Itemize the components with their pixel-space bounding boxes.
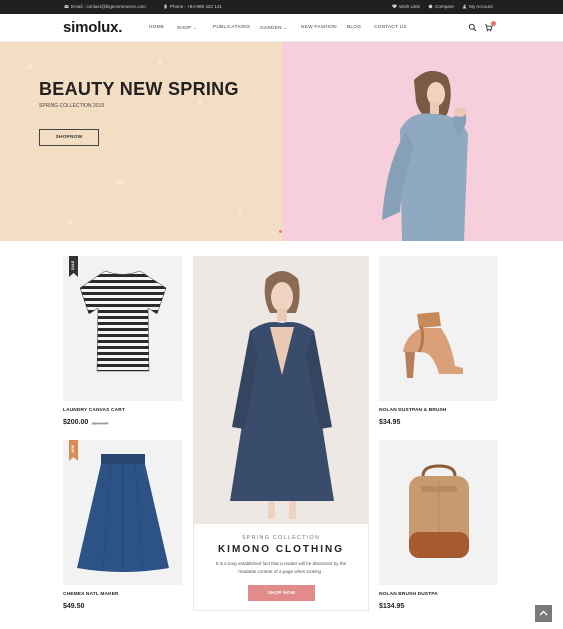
account-link[interactable]: My Account <box>462 0 493 14</box>
hero-title: BEAUTY NEW SPRING <box>39 79 239 99</box>
product-price: $34.95 <box>379 419 401 426</box>
sale-ribbon: SALE <box>69 256 78 277</box>
user-icon <box>462 4 467 9</box>
nav-blog[interactable]: BLOG <box>347 24 361 32</box>
chevron-down-icon: ⌄ <box>283 25 288 30</box>
compare-icon <box>428 4 433 9</box>
sandal-image <box>403 312 463 378</box>
product-image[interactable] <box>379 256 498 401</box>
featured-shop-now-button[interactable]: SHOP NOW <box>248 585 315 601</box>
featured-collection-card: SPRING COLLECTION KIMONO CLOTHING It is … <box>193 256 369 611</box>
product-name[interactable]: CHEMEX NATL MAKER <box>63 592 119 597</box>
carousel-indicator[interactable] <box>279 230 282 233</box>
nav-publications[interactable]: PUBLICATIONS <box>213 24 250 32</box>
hero-right-panel <box>282 42 563 241</box>
featured-kicker: SPRING COLLECTION <box>241 535 321 541</box>
product-name[interactable]: LAUNDRY CANVAS CART <box>63 408 125 413</box>
kimono-dress-image <box>230 271 334 519</box>
email-icon <box>64 4 69 8</box>
compare-link[interactable]: Compare <box>428 0 454 14</box>
backpack-image <box>409 464 469 558</box>
scroll-to-top-button[interactable] <box>535 605 552 622</box>
phone-icon <box>164 4 167 9</box>
chevron-down-icon: ⌄ <box>193 25 197 30</box>
contact-phone[interactable]: Phone : +84-985 422 141 <box>163 0 222 14</box>
nav-garden[interactable]: GARDEN ⌄ <box>260 24 287 33</box>
product-image[interactable]: NEW <box>63 440 182 585</box>
heart-icon <box>392 4 397 9</box>
product-price: $200.00 <box>63 419 89 426</box>
arrow-up-icon <box>539 610 548 616</box>
product-image[interactable] <box>379 440 498 585</box>
product-name[interactable]: NOLAN BRUSH DUSTPA <box>379 592 438 597</box>
striped-tshirt-image <box>79 270 167 372</box>
wishlist-link[interactable]: Wish Lists <box>392 0 420 14</box>
top-bar: Email : contact@bigecommerce.com Phone :… <box>0 0 563 14</box>
nav-new-fashion[interactable]: NEW FASHION <box>301 24 337 32</box>
hero-subtitle: SPRING COLLECTION 2019 <box>39 103 105 109</box>
denim-skirt-image <box>77 454 169 572</box>
logo[interactable]: simolux. <box>63 19 122 37</box>
featured-description: It is a long established fact that a rea… <box>215 561 347 574</box>
hero-model-image <box>382 70 468 241</box>
main-header: simolux. HOME SHOP ⌄ PUBLICATIONS GARDEN ⌄… <box>0 14 563 42</box>
featured-title: KIMONO CLOTHING <box>217 544 345 555</box>
product-price: $134.95 <box>379 603 405 610</box>
nav-contact-us[interactable]: CONTACT US <box>374 24 407 32</box>
hero-banner: BEAUTY NEW SPRING SPRING COLLECTION 2019… <box>0 42 563 241</box>
hero-shop-now-button[interactable]: SHOPNOW <box>39 129 99 146</box>
search-icon[interactable] <box>468 23 477 32</box>
product-name[interactable]: NOLAN DUSTPAN & BRUSH <box>379 408 447 413</box>
product-image[interactable]: SALE <box>63 256 182 401</box>
featured-image[interactable] <box>194 257 368 524</box>
product-price: $49.50 <box>63 603 85 610</box>
new-ribbon: NEW <box>69 440 78 461</box>
nav-shop[interactable]: SHOP ⌄ <box>177 24 197 33</box>
cart-count-badge <box>491 21 496 26</box>
hero-left-panel: BEAUTY NEW SPRING SPRING COLLECTION 2019… <box>0 42 282 241</box>
product-old-price: $210.00 <box>92 421 109 426</box>
contact-email[interactable]: Email : contact@bigecommerce.com <box>64 0 146 14</box>
nav-home[interactable]: HOME <box>149 24 164 32</box>
